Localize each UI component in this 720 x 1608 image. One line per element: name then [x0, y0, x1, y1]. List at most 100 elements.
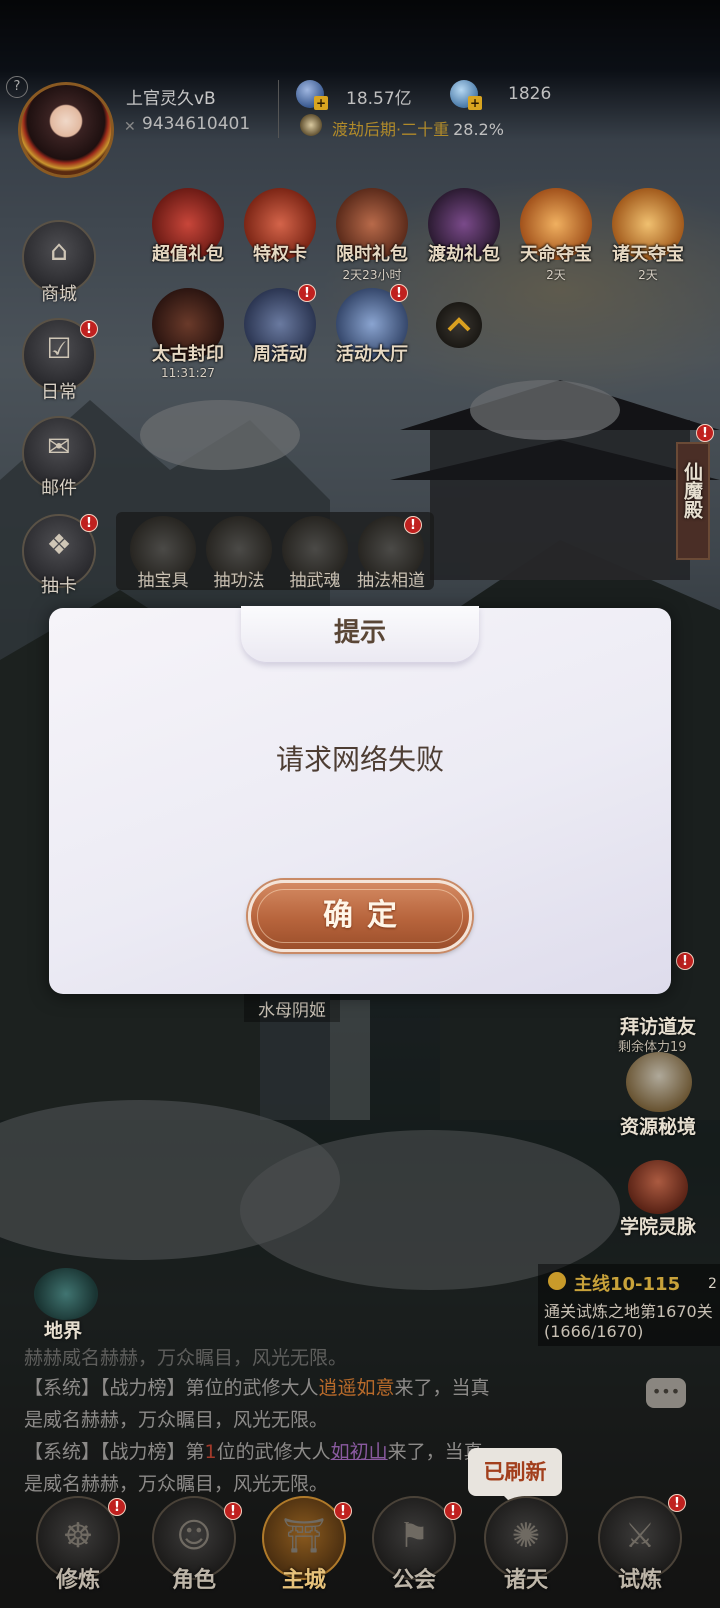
notification-badge: ! [80, 320, 98, 338]
player-name: 上官灵久vB [126, 89, 216, 109]
notification-badge: ! [390, 284, 408, 302]
dialog-message: 请求网络失败 [275, 743, 444, 776]
earth-realm-label: 地界 [44, 1320, 83, 1342]
notification-badge: ! [224, 1502, 242, 1520]
chat-line: 【系统】【战力榜】第1位的武修大人如初山来了，当真 [24, 1436, 483, 1468]
nav-heavens[interactable]: ✺ 诸天 [478, 1488, 574, 1598]
resource-realm-label: 资源秘境 [620, 1116, 697, 1138]
event-label: 诸天夺宝 [612, 244, 684, 265]
notification-badge: ! [668, 1494, 686, 1512]
resource-realm-icon[interactable] [626, 1052, 692, 1112]
nav-trial[interactable]: ⚔ ! 试炼 [592, 1488, 688, 1598]
draw-label: 抽武魂 [289, 571, 341, 591]
draw-label: 抽法相道 [357, 571, 425, 591]
nav-cultivate[interactable]: ☸ ! 修炼 [30, 1488, 126, 1598]
chat-text: 【系统】【战力榜】第 [24, 1377, 205, 1399]
currency-1-value: 18.57亿 [346, 89, 412, 109]
nav-label: 公会 [391, 1568, 436, 1593]
notification-badge: ! [404, 516, 422, 534]
checklist-icon: ☑ [46, 332, 72, 365]
event-label: 天命夺宝 [520, 244, 592, 265]
confirm-button-label: 确定 [323, 898, 411, 933]
add-currency-2-button[interactable]: + [468, 96, 482, 110]
currency-2-value: 1826 [508, 84, 552, 104]
chevron-up-icon [447, 317, 471, 332]
dialog-title-tab: 提示 [241, 606, 479, 663]
earth-realm-icon[interactable] [34, 1268, 98, 1320]
nav-character[interactable]: ☺ ! 角色 [146, 1488, 242, 1598]
event-timer: 11:31:27 [161, 366, 215, 380]
event-timer: 2天 [546, 268, 566, 282]
mail-label: 邮件 [41, 478, 77, 499]
player-id-row: ✕ 9434610401 [124, 114, 250, 135]
immortal-hall-label: 仙魔殿 [681, 462, 703, 519]
nav-label: 主城 [281, 1568, 326, 1593]
chat-text: 赫赫威名赫赫，万众瞩目，风光无限。 [24, 1347, 348, 1369]
meditation-icon: ☸ [62, 1516, 94, 1556]
event-label: 活动大厅 [336, 344, 408, 365]
shop-icon: ⌂ [50, 234, 68, 267]
card-draw-icon: ❖ [46, 528, 72, 561]
notification-badge: ! [80, 514, 98, 532]
mail-icon: ✉ [47, 430, 71, 463]
alert-dialog: 提示 请求网络失败 确定 [49, 606, 671, 994]
main-city-icon: ⛩ [282, 1516, 326, 1556]
visit-friend-button[interactable]: 拜访道友 [620, 1012, 696, 1039]
draw-label: 抽功法 [213, 571, 265, 591]
crossed-swords-icon: ✕ [124, 119, 136, 135]
chat-bubble-icon: ••• [651, 1382, 681, 1401]
academy-vein-label: 学院灵脉 [620, 1216, 697, 1238]
chat-line: 是威名赫赫，万众瞩目，风光无限。 [24, 1404, 328, 1436]
trial-icon: ⚔ [624, 1516, 656, 1556]
npc-name: 水母阴姬 [258, 1001, 326, 1021]
realm-progress: 28.2% [453, 120, 504, 139]
quest-count: 2 [708, 1276, 717, 1292]
collapse-events-button[interactable] [436, 302, 482, 348]
event-timer: 2天 [638, 268, 658, 282]
chat-player-name[interactable]: 如初山 [331, 1441, 388, 1463]
quest-bag-icon [548, 1272, 566, 1290]
chat-line: 【系统】【战力榜】第位的武修大人逍遥如意来了，当真 [24, 1372, 490, 1404]
quest-title: 主线10-115 [574, 1274, 681, 1295]
confirm-button[interactable]: 确定 [248, 880, 472, 952]
notification-badge: ! [108, 1498, 126, 1516]
shop-label: 商城 [41, 284, 77, 305]
chat-text: 位的武修大人 [216, 1441, 331, 1463]
nav-label: 诸天 [503, 1568, 548, 1593]
notification-badge: ! [334, 1502, 352, 1520]
cultivation-realm: 渡劫后期·二十重 28.2% [332, 116, 504, 140]
chat-text: 【系统】【战力榜】第 [24, 1441, 205, 1463]
divider [278, 80, 279, 138]
chat-rank: 1 [204, 1441, 217, 1463]
add-currency-1-button[interactable]: + [314, 96, 328, 110]
chat-player-name[interactable]: 逍遥如意 [319, 1377, 395, 1399]
nav-label: 试炼 [617, 1568, 662, 1593]
quest-progress: (1666/1670) [544, 1322, 644, 1341]
event-label: 特权卡 [253, 244, 307, 265]
notification-badge: ! [444, 1502, 462, 1520]
event-label: 太古封印 [152, 344, 224, 365]
dialog-title: 提示 [333, 618, 386, 648]
character-icon: ☺ [176, 1516, 212, 1556]
nav-guild[interactable]: ⚑ ! 公会 [366, 1488, 462, 1598]
chat-line: 赫赫威名赫赫，万众瞩目，风光无限。 [24, 1342, 347, 1374]
event-label: 周活动 [253, 344, 307, 365]
nav-main-city[interactable]: ⛩ ! 主城 [256, 1488, 352, 1598]
chat-text: 来了，当真 [394, 1377, 490, 1399]
notification-badge: ! [298, 284, 316, 302]
guild-icon: ⚑ [398, 1516, 430, 1556]
quest-desc: 通关试炼之地第1670关 [544, 1302, 713, 1321]
notification-badge: ! [696, 424, 714, 442]
help-button[interactable]: ? [6, 76, 28, 98]
realm-name: 渡劫后期·二十重 [332, 120, 450, 139]
event-label: 超值礼包 [152, 244, 224, 265]
academy-vein-icon[interactable] [628, 1160, 688, 1214]
chat-text: 是威名赫赫，万众瞩目，风光无限。 [24, 1409, 329, 1431]
event-timer: 2天23小时 [342, 268, 402, 282]
nav-label: 修炼 [55, 1568, 100, 1593]
player-id: 9434610401 [142, 114, 251, 134]
player-avatar[interactable] [18, 82, 114, 178]
chat-button[interactable]: ••• [646, 1378, 686, 1408]
daily-label: 日常 [41, 382, 77, 403]
card-draw-label: 抽卡 [41, 576, 77, 597]
